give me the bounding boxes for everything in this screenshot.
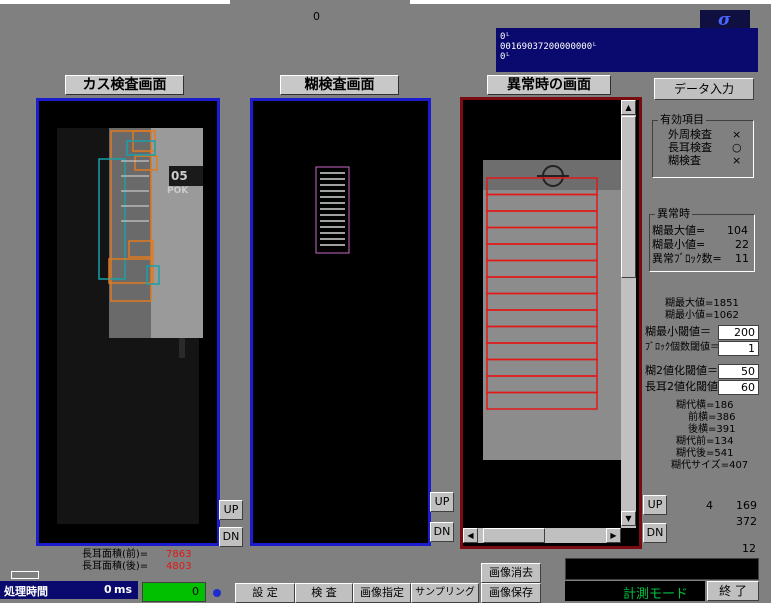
side-number: 12: [742, 542, 756, 555]
status-dot-icon: [213, 589, 221, 597]
logo: σ: [700, 10, 750, 30]
anomaly-label: 糊最大値=: [652, 224, 706, 237]
image-clear-button[interactable]: 画像消去: [481, 563, 541, 583]
right-image: [463, 100, 621, 528]
valid-item-label: 長耳検査: [668, 141, 712, 154]
anomaly-value: 11: [735, 252, 749, 265]
side-number: 372: [736, 515, 757, 528]
valid-item-label: 糊検査: [668, 154, 701, 167]
anomaly-label: 異常ﾌﾞﾛｯｸ数=: [652, 252, 722, 265]
valid-item-mark: ×: [732, 128, 742, 141]
dim-line: 糊代サイズ=407: [671, 460, 749, 471]
anomaly-label: 糊最小値=: [652, 238, 706, 251]
log-line: 00169037200000000ᴸ: [500, 42, 598, 52]
valid-item-mark: ○: [732, 141, 742, 154]
glue-min-stat: 糊最小値=1062: [665, 310, 739, 321]
anomaly-value: 104: [727, 224, 748, 237]
processing-time-value: 0: [104, 583, 112, 596]
processing-time-panel: 処理時間 0 ms: [0, 581, 138, 599]
message-box: [565, 558, 759, 580]
dim-line: 後横=391: [688, 424, 736, 435]
top-counter: 0: [313, 10, 320, 23]
svg-text:POK: POK: [167, 186, 189, 196]
side-number: 169: [736, 499, 757, 512]
right-image-panel: ▲ ▼ ◀ ▶: [460, 97, 642, 549]
scroll-left-arrow-icon[interactable]: ◀: [463, 528, 478, 543]
green-counter: 0: [142, 582, 206, 602]
dim-line: 糊代前=134: [676, 436, 734, 447]
logo-icon: σ: [718, 10, 731, 30]
processing-time-unit: ms: [114, 583, 133, 596]
horizontal-scroll-thumb[interactable]: [483, 528, 545, 543]
center-dn-button[interactable]: DN: [430, 522, 454, 542]
svg-text:05: 05: [171, 169, 188, 183]
processing-time-label: 処理時間: [4, 585, 48, 598]
log-box: 0ᴸ 00169037200000000ᴸ 0ᴸ: [496, 28, 758, 72]
ear-binarize-threshold-field[interactable]: 60: [718, 380, 759, 395]
center-up-button[interactable]: UP: [430, 492, 454, 512]
threshold-label: ﾌﾞﾛｯｸ個数閾値＝: [645, 342, 720, 353]
right-dn-button[interactable]: DN: [643, 523, 667, 543]
right-up-button[interactable]: UP: [643, 495, 667, 515]
dim-line: 糊代後=541: [676, 448, 734, 459]
right-horizontal-scrollbar[interactable]: ◀ ▶: [463, 528, 621, 543]
data-input-button[interactable]: データ入力: [654, 78, 754, 100]
valid-item-mark: ×: [732, 154, 742, 167]
threshold-label: 糊2値化閾値＝: [645, 364, 718, 377]
threshold-label: 長耳2値化閾値＝: [645, 380, 729, 393]
left-up-button[interactable]: UP: [219, 500, 243, 520]
top-strip-left: [0, 0, 230, 4]
anomaly-value: 22: [735, 238, 749, 251]
block-count-threshold-field[interactable]: 1: [718, 341, 759, 356]
valid-item-label: 外周検査: [668, 128, 712, 141]
mode-label: 計測モード: [623, 587, 689, 602]
center-image-panel: [250, 98, 431, 546]
log-line: 0ᴸ: [500, 32, 511, 42]
status-indicator-box: [11, 571, 39, 579]
side-number: 4: [706, 499, 713, 512]
scroll-right-arrow-icon[interactable]: ▶: [606, 528, 621, 543]
ear-area-back-value: 4803: [166, 561, 192, 572]
svg-text:σ: σ: [718, 10, 731, 28]
valid-items-title: 有効項目: [658, 113, 706, 126]
right-vertical-scrollbar[interactable]: ▲ ▼: [621, 100, 636, 528]
anomaly-title: 異常時: [655, 207, 692, 220]
sampling-button[interactable]: サンプリング: [411, 583, 479, 603]
settings-button[interactable]: 設 定: [235, 583, 295, 603]
top-strip-right: [410, 0, 771, 4]
ear-area-back-label: 長耳面積(後)=: [82, 561, 149, 572]
image-select-button[interactable]: 画像指定: [353, 583, 411, 603]
left-image-panel: 05 POK: [36, 98, 220, 546]
scroll-down-arrow-icon[interactable]: ▼: [621, 511, 636, 526]
mode-display: 計測モード: [565, 581, 705, 602]
green-counter-value: 0: [192, 585, 199, 598]
center-image: [315, 166, 350, 254]
dim-line: 前横=386: [688, 412, 736, 423]
left-image: 05 POK: [57, 128, 203, 524]
exit-button[interactable]: 終 了: [707, 581, 759, 601]
left-panel-title: カス検査画面: [65, 75, 184, 95]
log-line: 0ᴸ: [500, 52, 511, 62]
ear-area-front-label: 長耳面積(前)=: [82, 549, 149, 560]
inspection-button[interactable]: 検 査: [295, 583, 353, 603]
vertical-scroll-thumb[interactable]: [621, 116, 636, 278]
glue-max-stat: 糊最大値=1851: [665, 298, 739, 309]
threshold-label: 糊最小閾値＝: [645, 325, 711, 338]
dim-line: 糊代横=186: [676, 400, 734, 411]
ear-area-front-value: 7863: [166, 549, 192, 560]
right-panel-title: 異常時の画面: [487, 75, 611, 95]
left-dn-button[interactable]: DN: [219, 527, 243, 547]
image-save-button[interactable]: 画像保存: [481, 583, 541, 603]
glue-binarize-threshold-field[interactable]: 50: [718, 364, 759, 379]
glue-min-threshold-field[interactable]: 200: [718, 325, 759, 340]
center-panel-title: 糊検査画面: [280, 75, 399, 95]
scroll-up-arrow-icon[interactable]: ▲: [621, 100, 636, 115]
